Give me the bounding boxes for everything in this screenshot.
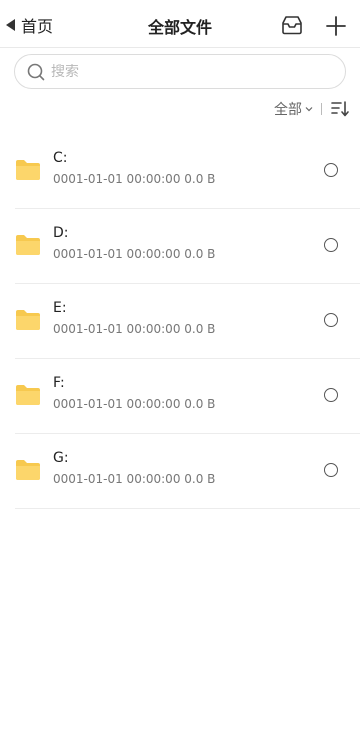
file-meta: 0001-01-01 00:00:00 0.0 B [53, 472, 216, 486]
divider [321, 103, 322, 115]
search-input[interactable] [51, 63, 331, 80]
page-title: 全部文件 [147, 18, 212, 37]
list-item-c[interactable]: C: 0001-01-01 00:00:00 0.0 B [15, 134, 360, 209]
list-item-f[interactable]: F: 0001-01-01 00:00:00 0.0 B [15, 359, 360, 434]
file-meta: 0001-01-01 00:00:00 0.0 B [53, 397, 216, 411]
filter-dropdown[interactable]: 全部 [274, 99, 313, 119]
file-name: F: [53, 375, 65, 391]
inbox-icon[interactable] [281, 15, 303, 35]
folder-icon [16, 460, 40, 480]
chevron-down-icon [305, 107, 313, 112]
folder-icon [16, 310, 40, 330]
file-name: E: [53, 300, 67, 316]
select-radio[interactable] [324, 313, 338, 327]
file-name: G: [53, 450, 69, 466]
top-bar: 首页 全部文件 [0, 0, 360, 48]
list-item-g[interactable]: G: 0001-01-01 00:00:00 0.0 B [15, 434, 360, 509]
filter-label: 全部 [274, 102, 302, 118]
search-icon [27, 63, 45, 80]
folder-icon [16, 385, 40, 405]
file-name: C: [53, 150, 68, 166]
select-radio[interactable] [324, 238, 338, 252]
select-radio[interactable] [324, 388, 338, 402]
sort-bar: 全部 [274, 98, 350, 120]
file-meta: 0001-01-01 00:00:00 0.0 B [53, 247, 216, 261]
file-name: D: [53, 225, 69, 241]
list-item-d[interactable]: D: 0001-01-01 00:00:00 0.0 B [15, 209, 360, 284]
select-radio[interactable] [324, 463, 338, 477]
add-button[interactable] [324, 14, 348, 38]
search-box [14, 54, 346, 89]
folder-icon [16, 235, 40, 255]
folder-icon [16, 160, 40, 180]
file-meta: 0001-01-01 00:00:00 0.0 B [53, 322, 216, 336]
file-meta: 0001-01-01 00:00:00 0.0 B [53, 172, 216, 186]
sort-order-icon[interactable] [330, 99, 350, 119]
file-list: C: 0001-01-01 00:00:00 0.0 B D: 0001-01-… [0, 134, 360, 509]
select-radio[interactable] [324, 163, 338, 177]
list-item-e[interactable]: E: 0001-01-01 00:00:00 0.0 B [15, 284, 360, 359]
